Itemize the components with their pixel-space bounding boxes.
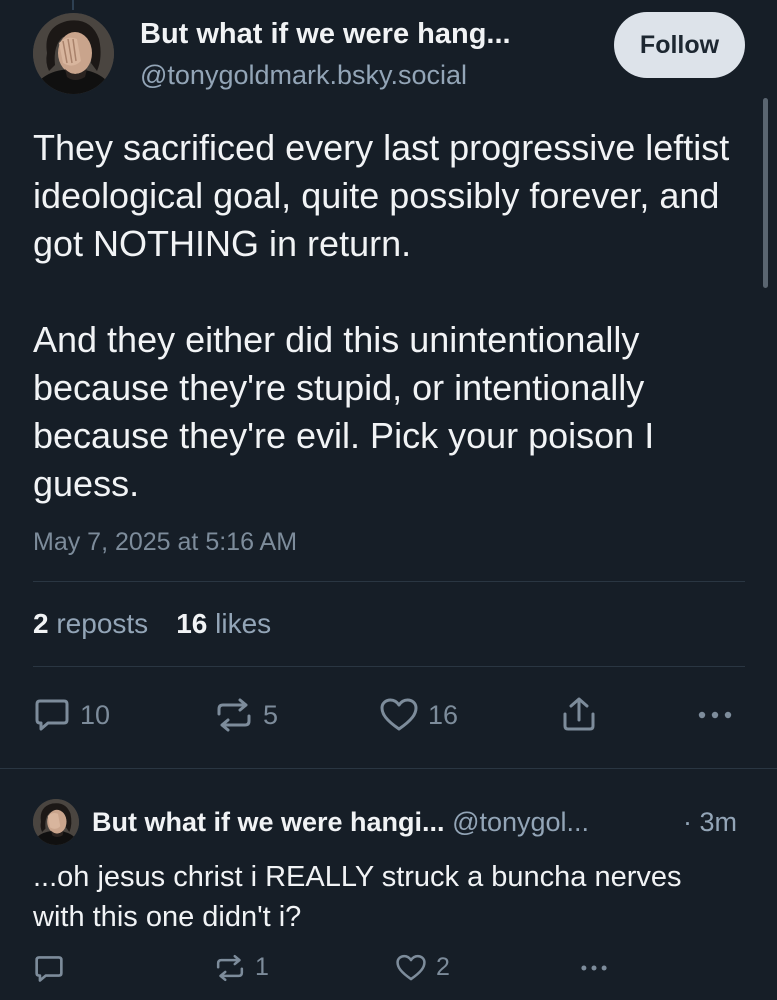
reply-icon — [35, 699, 69, 731]
post-timestamp: May 7, 2025 at 5:16 AM — [33, 528, 298, 556]
post-stats: 2 reposts 16 likes — [33, 608, 271, 640]
more-icon — [698, 711, 732, 719]
reply-button[interactable]: 10 — [34, 698, 110, 732]
follow-button[interactable]: Follow — [614, 12, 745, 78]
reply-author-name[interactable]: But what if we were hangi... — [92, 807, 445, 837]
reply-text: ...oh jesus christ i REALLY struck a bun… — [33, 861, 682, 933]
reply-header: But what if we were hangi... @tonygol... — [92, 807, 589, 838]
avatar-image — [33, 799, 79, 845]
repost-icon — [216, 954, 244, 981]
avatar-image — [33, 13, 114, 94]
reposts-label: reposts — [56, 608, 149, 639]
reposts-count: 2 — [33, 608, 49, 639]
more-icon — [581, 965, 607, 971]
reply-more-options-button[interactable] — [578, 961, 610, 975]
repost-button[interactable]: 5 — [215, 698, 278, 732]
like-count: 16 — [428, 699, 459, 730]
repost-icon — [217, 698, 251, 732]
like-icon — [380, 698, 418, 731]
reply-reply-button[interactable] — [34, 955, 64, 983]
post-paragraph: And they either did this unintentionally… — [33, 319, 655, 504]
likes-label: likes — [215, 608, 272, 639]
likes-stat[interactable]: 16 likes — [176, 608, 271, 639]
author-avatar[interactable] — [33, 13, 114, 94]
post-text: They sacrificed every last progressive l… — [33, 124, 733, 508]
author-handle[interactable]: @tonygoldmark.bsky.social — [140, 60, 467, 91]
author-display-name[interactable]: But what if we were hang... — [140, 18, 511, 51]
share-icon — [563, 697, 595, 731]
reply-icon — [35, 956, 63, 982]
reply-repost-button[interactable]: 1 — [215, 953, 269, 982]
repost-count: 5 — [263, 699, 279, 730]
more-options-button[interactable] — [697, 706, 733, 724]
scrollbar[interactable] — [763, 98, 768, 288]
reply-author-avatar[interactable] — [33, 799, 79, 845]
likes-count: 16 — [176, 608, 208, 639]
post-paragraph: They sacrificed every last progressive l… — [33, 127, 730, 264]
reply-post[interactable]: But what if we were hangi... @tonygol...… — [0, 769, 777, 1000]
reply-repost-count: 1 — [255, 953, 269, 981]
share-button[interactable] — [562, 696, 596, 732]
focused-post: But what if we were hang... @tonygoldmar… — [0, 0, 777, 768]
like-icon — [396, 954, 426, 980]
reply-like-button[interactable]: 2 — [396, 953, 450, 982]
like-button[interactable]: 16 — [380, 698, 458, 732]
reply-author-handle[interactable]: @tonygol... — [452, 807, 589, 837]
reply-like-count: 2 — [436, 953, 450, 981]
divider — [33, 581, 745, 582]
reply-timestamp: · 3m — [683, 807, 737, 837]
divider — [33, 666, 745, 667]
reply-count: 10 — [80, 699, 111, 730]
reposts-stat[interactable]: 2 reposts — [33, 608, 148, 639]
